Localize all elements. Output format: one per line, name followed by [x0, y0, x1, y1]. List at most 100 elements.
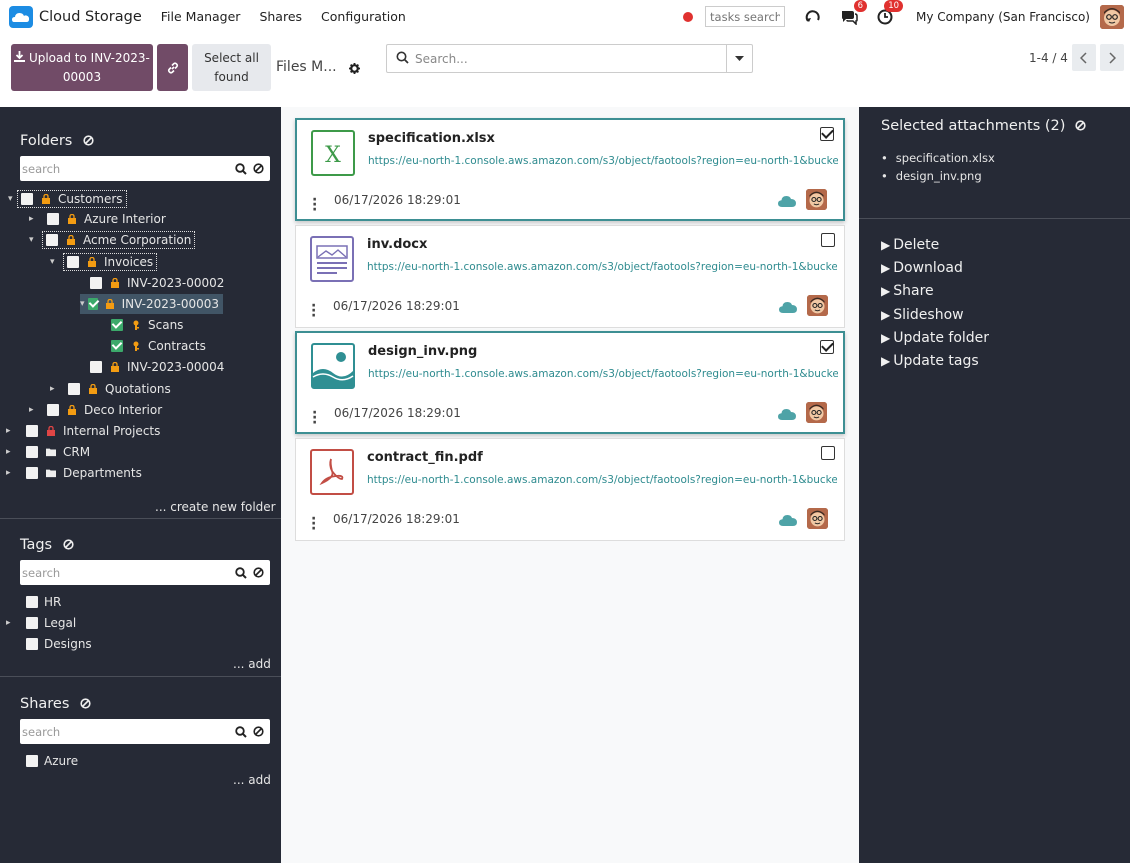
tag-checkbox[interactable]	[26, 638, 38, 650]
folder-scans[interactable]: Scans	[101, 316, 183, 334]
search-icon[interactable]	[235, 725, 247, 738]
gear-icon[interactable]	[349, 62, 360, 77]
brand[interactable]: Cloud Storage	[9, 5, 142, 28]
folder-quotations[interactable]: ▸ Quotations	[50, 380, 171, 398]
pager-next-button[interactable]	[1100, 44, 1124, 71]
tag-checkbox[interactable]	[26, 617, 38, 629]
folder-invoices[interactable]: ▾ Invoices	[50, 253, 158, 271]
folder-checkbox-checked[interactable]	[111, 340, 123, 352]
caret-right-icon[interactable]: ▸	[29, 405, 39, 415]
activity-clock-icon[interactable]: 10	[874, 0, 904, 28]
search-options-caret-icon[interactable]	[726, 45, 752, 72]
tag-designs[interactable]: Designs	[26, 635, 92, 653]
pager-value[interactable]: 1-4 / 4	[1029, 51, 1068, 65]
folder-checkbox[interactable]	[46, 234, 58, 246]
share-checkbox[interactable]	[26, 755, 38, 767]
action-delete[interactable]: Delete	[881, 237, 989, 260]
caret-right-icon[interactable]: ▸	[6, 468, 16, 478]
chat-icon[interactable]: 6	[838, 0, 868, 28]
user-avatar[interactable]	[1100, 4, 1124, 29]
attachment-url[interactable]: https://eu-north-1.console.aws.amazon.co…	[367, 474, 837, 486]
action-update-tags[interactable]: Update tags	[881, 353, 989, 376]
caret-down-icon[interactable]: ▾	[29, 235, 39, 245]
more-vertical-icon[interactable]: · · ·	[312, 406, 317, 430]
caret-down-icon[interactable]: ▾	[8, 194, 18, 204]
attachment-url[interactable]: https://eu-north-1.console.aws.amazon.co…	[368, 155, 838, 167]
ban-icon[interactable]	[63, 539, 74, 550]
menu-shares[interactable]: Shares	[259, 9, 302, 24]
folder-checkbox[interactable]	[90, 277, 102, 289]
shares-search[interactable]: search	[20, 719, 270, 744]
action-download[interactable]: Download	[881, 260, 989, 283]
upload-button[interactable]: Upload to INV-2023-00003	[11, 44, 153, 91]
search-bar[interactable]: Search...	[386, 44, 753, 73]
attachment-checkbox[interactable]	[821, 446, 835, 460]
attachment-checkbox[interactable]	[820, 127, 834, 141]
select-all-button[interactable]: Select all found	[192, 44, 271, 91]
folder-inv-2023-00003[interactable]: ▾ INV-2023-00003	[80, 294, 223, 314]
folders-search[interactable]: search	[20, 156, 270, 181]
create-folder-link[interactable]: ... create new folder	[155, 500, 276, 514]
folder-crm[interactable]: ▸ CRM	[6, 443, 90, 461]
attachment-name[interactable]: specification.xlsx	[368, 131, 495, 146]
attachment-checkbox[interactable]	[821, 233, 835, 247]
attachment-card[interactable]: X specification.xlsx https://eu-north-1.…	[295, 118, 845, 221]
shares-search-input[interactable]: search	[20, 725, 235, 739]
folder-inv-2023-00004[interactable]: INV-2023-00004	[80, 358, 224, 376]
action-share[interactable]: Share	[881, 283, 989, 306]
folder-checkbox-checked[interactable]	[111, 319, 123, 331]
company-switcher[interactable]: My Company (San Francisco)	[916, 10, 1090, 24]
folder-inv-2023-00002[interactable]: INV-2023-00002	[80, 274, 224, 292]
menu-file-manager[interactable]: File Manager	[161, 9, 241, 24]
caret-right-icon[interactable]: ▸	[6, 447, 16, 457]
owner-avatar[interactable]	[806, 189, 827, 210]
folder-checkbox[interactable]	[21, 193, 33, 205]
clear-icon[interactable]	[253, 726, 264, 737]
add-tag-link[interactable]: ... add	[233, 657, 271, 671]
folder-checkbox[interactable]	[26, 467, 38, 479]
clear-icon[interactable]	[253, 163, 264, 174]
clear-icon[interactable]	[253, 567, 264, 578]
folder-contracts[interactable]: Contracts	[101, 337, 206, 355]
attachment-card[interactable]: inv.docx https://eu-north-1.console.aws.…	[295, 225, 845, 328]
folder-checkbox-checked[interactable]	[88, 298, 99, 310]
action-update-folder[interactable]: Update folder	[881, 330, 989, 353]
add-share-link[interactable]: ... add	[233, 773, 271, 787]
share-azure[interactable]: Azure	[26, 752, 78, 770]
tags-search-input[interactable]: search	[20, 566, 235, 580]
owner-avatar[interactable]	[806, 402, 827, 423]
attachment-card[interactable]: design_inv.png https://eu-north-1.consol…	[295, 331, 845, 434]
caret-right-icon[interactable]: ▸	[6, 426, 16, 436]
caret-down-icon[interactable]: ▾	[50, 257, 60, 267]
caret-right-icon[interactable]: ▸	[50, 384, 60, 394]
more-vertical-icon[interactable]: · · ·	[311, 299, 316, 323]
attachment-url[interactable]: https://eu-north-1.console.aws.amazon.co…	[368, 368, 838, 380]
attachment-name[interactable]: inv.docx	[367, 237, 427, 252]
pager-previous-button[interactable]	[1072, 44, 1096, 71]
link-button[interactable]	[157, 44, 188, 91]
folder-checkbox[interactable]	[90, 361, 102, 373]
owner-avatar[interactable]	[807, 295, 828, 316]
folders-search-input[interactable]: search	[20, 162, 235, 176]
tasks-search-input[interactable]	[705, 6, 786, 27]
refresh-icon[interactable]	[802, 6, 824, 28]
tags-search[interactable]: search	[20, 560, 270, 585]
ban-icon[interactable]	[1075, 120, 1086, 131]
tag-checkbox[interactable]	[26, 596, 38, 608]
attachment-card[interactable]: contract_fin.pdf https://eu-north-1.cons…	[295, 438, 845, 541]
owner-avatar[interactable]	[807, 508, 828, 529]
attachment-checkbox[interactable]	[820, 340, 834, 354]
folder-azure-interior[interactable]: ▸ Azure Interior	[29, 210, 166, 228]
caret-right-icon[interactable]: ▸	[29, 214, 39, 224]
attachment-name[interactable]: design_inv.png	[368, 344, 477, 359]
search-input[interactable]: Search...	[415, 52, 726, 66]
folder-checkbox[interactable]	[47, 404, 59, 416]
ban-icon[interactable]	[83, 135, 94, 146]
menu-configuration[interactable]: Configuration	[321, 9, 406, 24]
folder-customers[interactable]: ▾ Customers	[8, 190, 127, 208]
tag-legal[interactable]: ▸ Legal	[6, 614, 76, 632]
folder-deco-interior[interactable]: ▸ Deco Interior	[29, 401, 162, 419]
folder-acme-corporation[interactable]: ▾ Acme Corporation	[29, 231, 196, 249]
attachment-url[interactable]: https://eu-north-1.console.aws.amazon.co…	[367, 261, 837, 273]
more-vertical-icon[interactable]: · · ·	[312, 193, 317, 217]
